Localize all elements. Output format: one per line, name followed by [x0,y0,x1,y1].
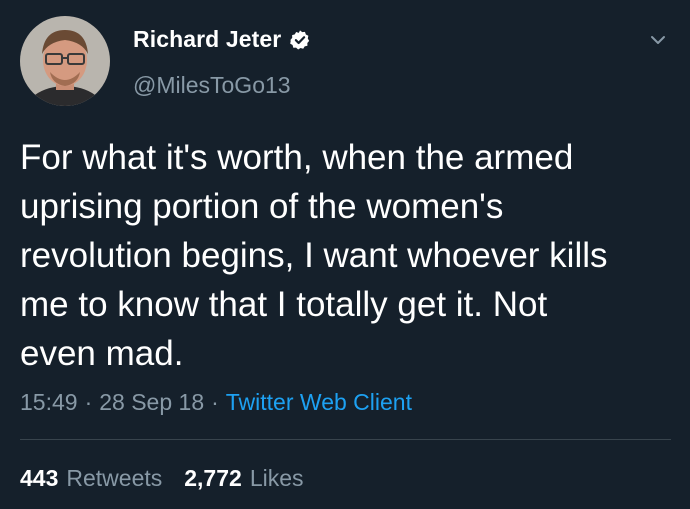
tweet-stats: 443 Retweets 2,772 Likes [20,465,304,492]
retweets-label[interactable]: Retweets [66,465,162,492]
name-row: Richard Jeter [133,26,311,53]
avatar[interactable] [20,16,110,106]
display-name[interactable]: Richard Jeter [133,26,281,53]
verified-badge-icon [289,29,311,51]
meta-separator: · [211,389,219,415]
chevron-down-icon[interactable] [648,30,668,50]
tweet-source-link[interactable]: Twitter Web Client [226,389,412,416]
likes-label[interactable]: Likes [250,465,304,492]
tweet-time[interactable]: 15:49 [20,389,78,416]
likes-count[interactable]: 2,772 [184,465,242,492]
retweets-count[interactable]: 443 [20,465,58,492]
meta-separator: · [84,389,93,415]
user-handle[interactable]: @MilesToGo13 [133,72,291,99]
tweet-card: Richard Jeter @MilesToGo13 For what it's… [0,0,690,509]
divider [20,439,671,440]
tweet-date[interactable]: 28 Sep 18 [99,389,204,416]
tweet-meta: 15:49 · 28 Sep 18 · Twitter Web Client [20,389,412,416]
tweet-text: For what it's worth, when the armed upri… [20,138,608,373]
